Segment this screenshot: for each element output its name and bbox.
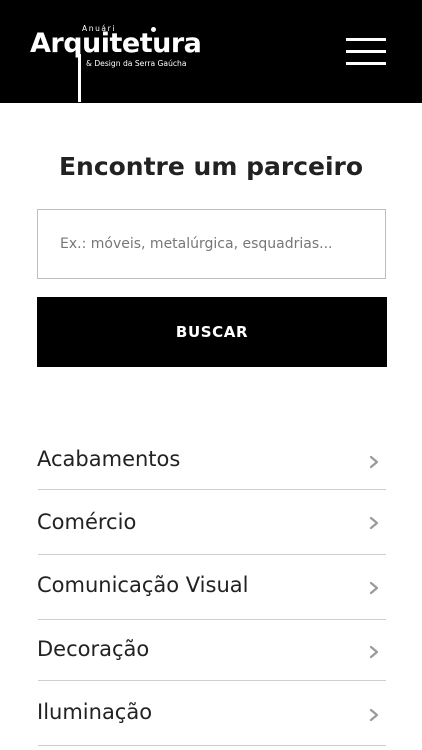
header-bar: Anuári Arquitetura & Design da Serra Gaú… <box>0 0 422 103</box>
category-label: Decoração <box>37 637 150 661</box>
category-label: Acabamentos <box>37 447 181 471</box>
hamburger-menu-icon[interactable] <box>346 37 388 69</box>
chevron-right-icon <box>369 455 379 469</box>
logo-subtitle: & Design da Serra Gaúcha <box>86 59 187 68</box>
logo[interactable]: Anuári Arquitetura & Design da Serra Gaú… <box>30 24 230 102</box>
category-divider <box>38 619 386 620</box>
category-item-acabamentos[interactable]: Acabamentos <box>37 445 386 491</box>
category-item-decoracao[interactable]: Decoração <box>37 635 386 681</box>
search-button[interactable]: BUSCAR <box>37 297 387 367</box>
category-item-iluminacao[interactable]: Iluminação <box>37 698 386 748</box>
category-label: Comércio <box>37 510 137 534</box>
search-title: Encontre um parceiro <box>58 152 364 181</box>
app-screen: Anuári Arquitetura & Design da Serra Gaú… <box>0 0 422 750</box>
menu-line <box>346 50 386 53</box>
category-divider <box>38 745 386 746</box>
chevron-right-icon <box>369 581 379 595</box>
chevron-right-icon <box>369 708 379 722</box>
category-item-comunicacao-visual[interactable]: Comunicação Visual <box>37 571 386 621</box>
category-label: Comunicação Visual <box>37 573 249 597</box>
logo-main-text: Arquitetura <box>30 28 202 59</box>
menu-line <box>346 38 386 41</box>
category-divider <box>38 489 386 490</box>
category-divider <box>38 680 386 681</box>
chevron-right-icon <box>369 645 379 659</box>
chevron-right-icon <box>369 516 379 530</box>
category-divider <box>38 554 386 555</box>
menu-line <box>346 62 386 65</box>
logo-vertical-bar <box>78 54 81 102</box>
category-item-comercio[interactable]: Comércio <box>37 508 386 556</box>
category-label: Iluminação <box>37 700 153 724</box>
search-input[interactable] <box>37 209 386 279</box>
